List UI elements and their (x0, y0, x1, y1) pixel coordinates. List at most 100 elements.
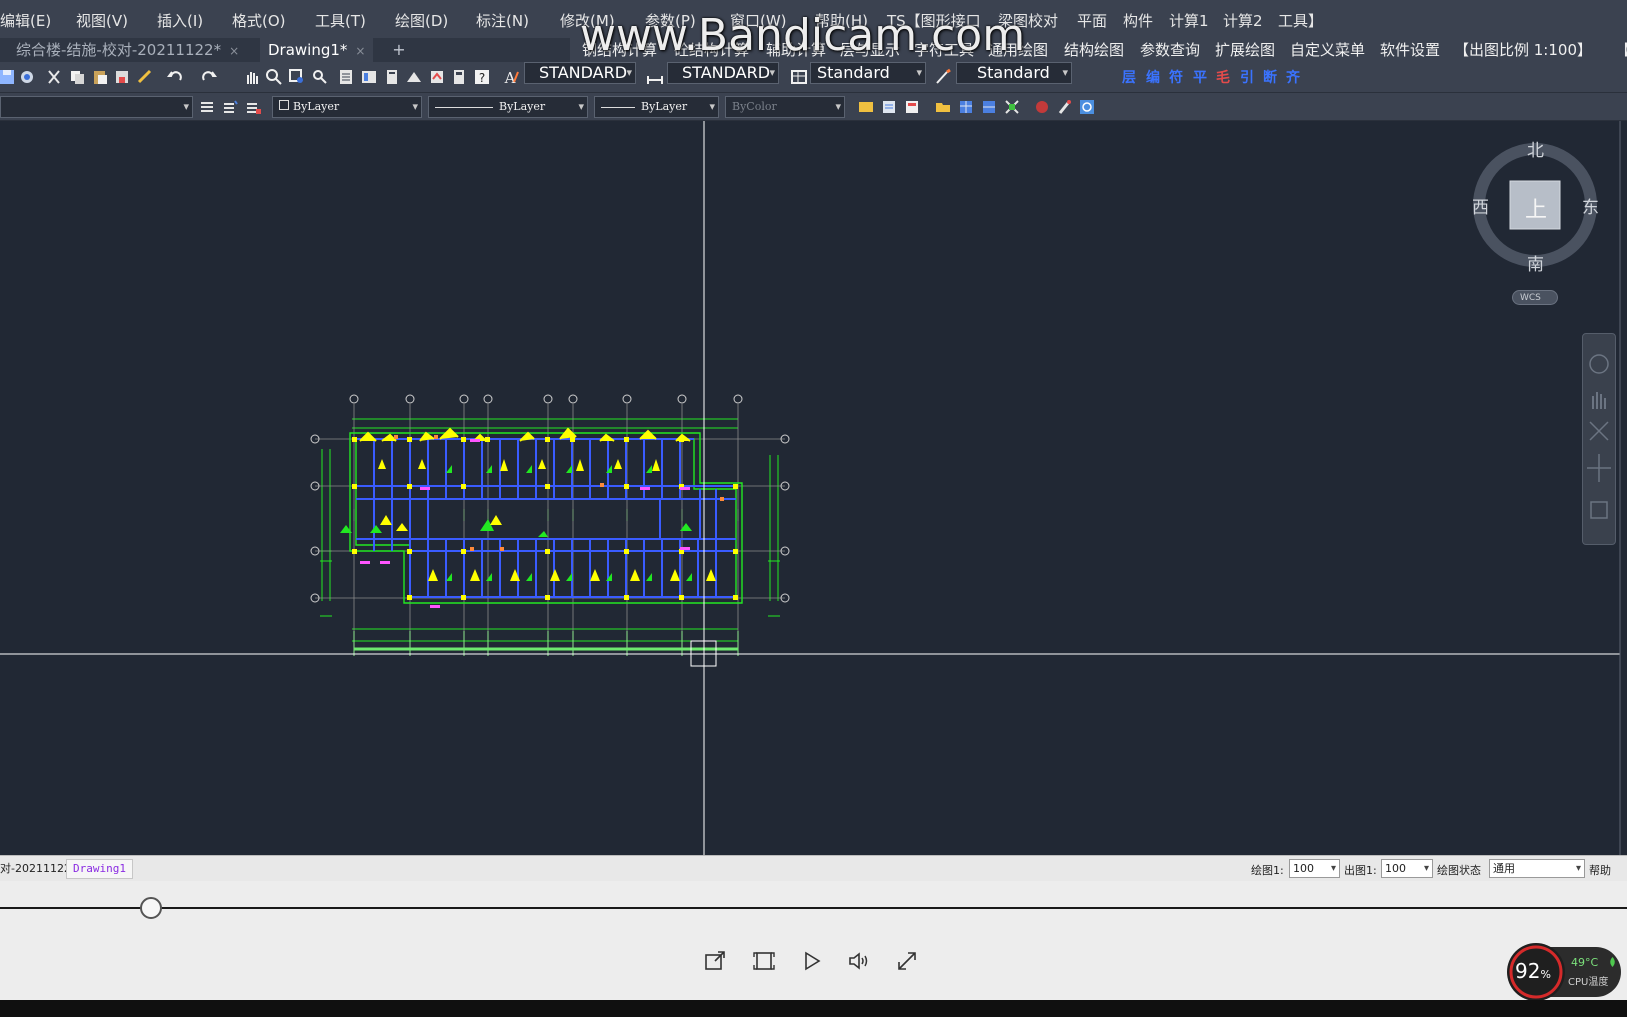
layer-manager-icon[interactable] (198, 98, 216, 116)
showmotion-icon[interactable] (1587, 498, 1611, 522)
layout-tab-model[interactable]: 对-20211122 (0, 860, 71, 878)
menu-component[interactable]: 构件 (1123, 10, 1153, 31)
orbit-icon[interactable] (1587, 456, 1611, 480)
brush-icon[interactable] (1056, 98, 1074, 116)
grid-view-icon[interactable] (980, 98, 998, 116)
draw-state-select[interactable]: 通用 ▾ (1489, 859, 1585, 878)
share-icon[interactable] (703, 949, 727, 973)
new-tab-button[interactable]: + (390, 41, 408, 59)
playback-timeline[interactable] (0, 907, 1627, 909)
text-style-icon[interactable]: A (502, 68, 520, 86)
wcs-menu[interactable]: WCS (1512, 290, 1558, 305)
viewcube-top-face[interactable]: 上 (1525, 192, 1547, 224)
close-icon[interactable]: × (355, 44, 365, 58)
viewcube[interactable]: 北 南 西 东 上 WCS (1470, 130, 1600, 310)
layout-tab-drawing1[interactable]: Drawing1 (66, 859, 133, 879)
table-icon[interactable] (957, 98, 975, 116)
tssd-break-button[interactable]: 断 (1263, 67, 1277, 87)
menu-insert[interactable]: 插入(I) (157, 10, 203, 31)
menu-param-query[interactable]: 参数查询 (1140, 39, 1200, 60)
tssd-symbol-button[interactable]: 符 (1169, 67, 1183, 87)
markup-icon[interactable] (428, 68, 446, 86)
paste-icon[interactable] (91, 68, 109, 86)
multileader-style-select[interactable]: Standard ▾ (956, 62, 1072, 84)
pan-hand-icon[interactable] (1587, 389, 1611, 413)
pan-icon[interactable] (243, 68, 261, 86)
viewport-icon[interactable] (903, 98, 921, 116)
plot-scale-indicator[interactable]: 【出图比例 1:100】 (1454, 39, 1592, 60)
table-style-select[interactable]: Standard ▾ (810, 62, 926, 84)
tssd-layer-button[interactable]: 层 (1122, 67, 1136, 87)
linetype-select[interactable]: ByLayer ▾ (428, 96, 588, 118)
menu-partial[interactable]: 【 (1615, 39, 1627, 60)
zoom-extents-icon[interactable] (1587, 420, 1611, 444)
fullscreen-icon[interactable] (895, 949, 919, 973)
undo-icon[interactable] (166, 68, 184, 86)
help-icon[interactable]: ? (473, 68, 491, 86)
timeline-slider-handle[interactable] (140, 897, 163, 919)
tool-palette-icon[interactable] (383, 68, 401, 86)
layer-previous-icon[interactable] (221, 98, 239, 116)
menu-plane[interactable]: 平面 (1077, 10, 1107, 31)
sheet-icon[interactable] (880, 98, 898, 116)
plot-scale-select[interactable]: 100 ▾ (1381, 859, 1433, 878)
color-select[interactable]: ByLayer ▾ (272, 96, 422, 118)
close-icon[interactable]: × (229, 44, 239, 58)
menu-custom[interactable]: 自定义菜单 (1290, 39, 1365, 60)
menu-dimension[interactable]: 标注(N) (476, 10, 529, 31)
menu-tools-end[interactable]: 工具】 (1278, 10, 1323, 31)
layer-select[interactable]: ▾ (0, 96, 193, 118)
match-properties-icon[interactable] (113, 68, 131, 86)
redo-icon[interactable] (200, 68, 218, 86)
viewcube-north[interactable]: 北 (1527, 136, 1544, 161)
menu-format[interactable]: 格式(O) (232, 10, 286, 31)
menu-ext-draw[interactable]: 扩展绘图 (1215, 39, 1275, 60)
layer-state-icon[interactable] (244, 98, 262, 116)
multileader-style-icon[interactable] (934, 68, 952, 86)
play-icon[interactable] (799, 949, 823, 973)
menu-calc1[interactable]: 计算1 (1169, 10, 1209, 31)
menu-view[interactable]: 视图(V) (76, 10, 128, 31)
zoom-previous-icon[interactable] (311, 68, 329, 86)
web-icon[interactable] (1078, 98, 1096, 116)
table-style-icon[interactable] (790, 68, 808, 86)
tssd-edit-button[interactable]: 编 (1146, 67, 1160, 87)
help-link[interactable]: 帮助 (1589, 862, 1611, 878)
screenshot-icon[interactable] (752, 949, 776, 973)
volume-icon[interactable] (847, 949, 871, 973)
tab-document-main[interactable]: 综合楼-结施-校对-20211122* × (8, 38, 247, 62)
lineweight-select[interactable]: ByLayer ▾ (594, 96, 719, 118)
steering-wheel-icon[interactable] (1587, 352, 1611, 376)
properties-icon[interactable] (337, 68, 355, 86)
drawing-canvas[interactable] (0, 121, 1627, 855)
zoom-window-icon[interactable] (288, 68, 306, 86)
folder-icon[interactable] (934, 98, 952, 116)
dimension-style-icon[interactable] (646, 68, 664, 86)
viewcube-east[interactable]: 东 (1582, 193, 1599, 218)
menu-calc2[interactable]: 计算2 (1223, 10, 1263, 31)
menu-edit[interactable]: 编辑(E) (0, 10, 51, 31)
calculator-icon[interactable] (450, 68, 468, 86)
sheet-set-icon[interactable] (405, 68, 423, 86)
zoom-realtime-icon[interactable] (265, 68, 283, 86)
save-icon[interactable] (0, 68, 16, 86)
menu-structure-draw[interactable]: 结构绘图 (1064, 39, 1124, 60)
plot-icon[interactable] (18, 68, 36, 86)
tssd-plane-button[interactable]: 平 (1193, 67, 1207, 87)
menu-draw[interactable]: 绘图(D) (395, 10, 448, 31)
tssd-hair-button[interactable]: 毛 (1216, 67, 1230, 87)
layout-icon[interactable] (857, 98, 875, 116)
design-center-icon[interactable] (360, 68, 378, 86)
text-style-select[interactable]: STANDARD ▾ (524, 62, 636, 84)
viewcube-south[interactable]: 南 (1527, 250, 1544, 275)
tssd-leader-button[interactable]: 引 (1240, 67, 1254, 87)
copy-icon[interactable] (68, 68, 86, 86)
xref-icon[interactable] (1003, 98, 1021, 116)
draw-scale-select[interactable]: 100 ▾ (1289, 859, 1340, 878)
cut-icon[interactable] (45, 68, 63, 86)
tssd-align-button[interactable]: 齐 (1286, 67, 1300, 87)
menu-software-settings[interactable]: 软件设置 (1380, 39, 1440, 60)
menu-tools[interactable]: 工具(T) (315, 10, 366, 31)
tab-drawing1[interactable]: Drawing1* × (260, 38, 374, 62)
stop-icon[interactable] (1033, 98, 1051, 116)
